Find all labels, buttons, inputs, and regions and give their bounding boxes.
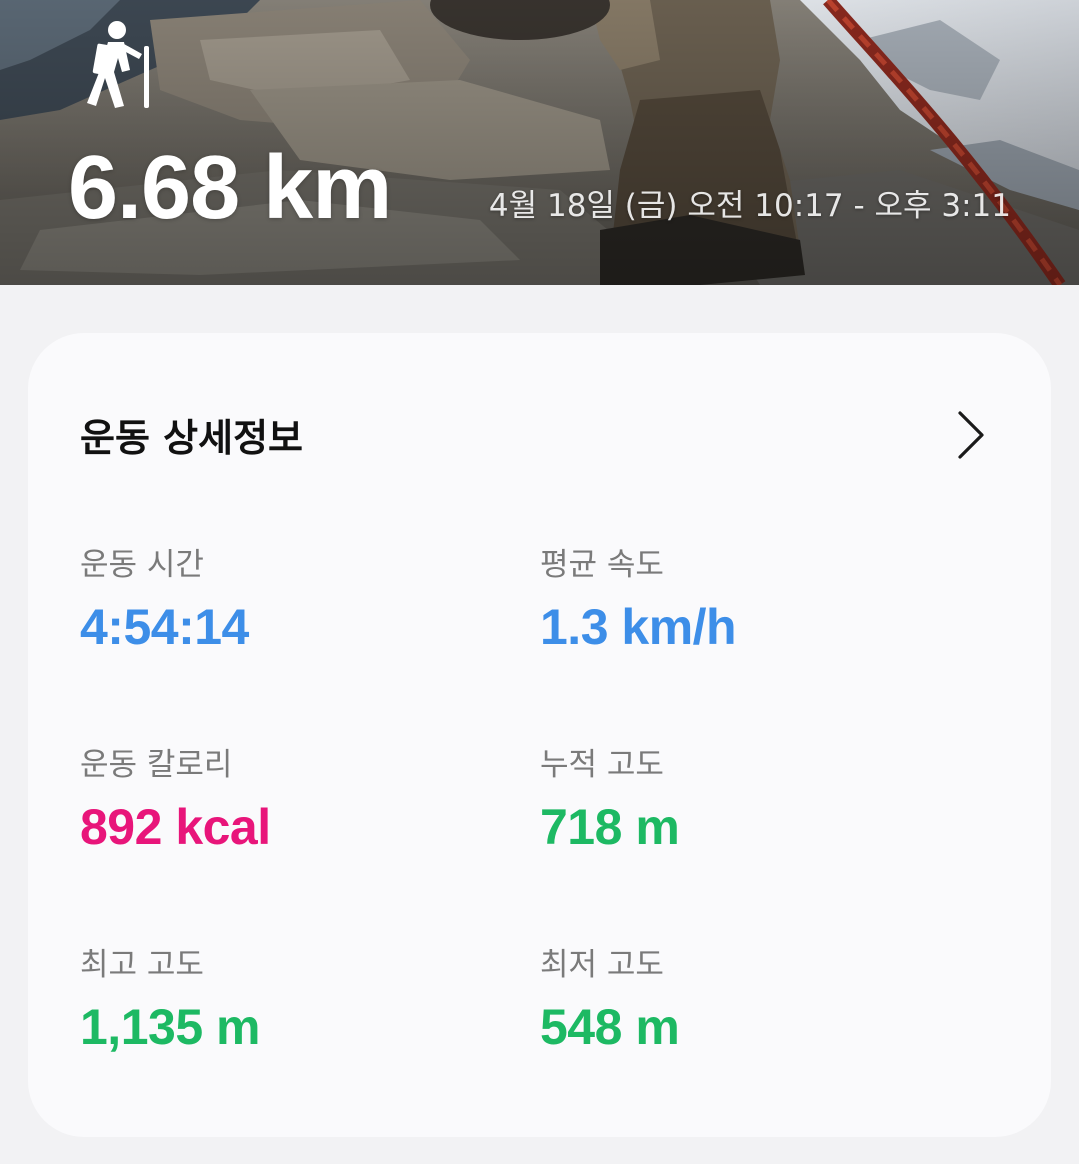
stat-value: 718 m bbox=[540, 799, 680, 855]
stat-value: 548 m bbox=[540, 999, 680, 1055]
workout-date-range: 4월 18일 (금) 오전 10:17 - 오후 3:11 bbox=[488, 188, 1011, 224]
stat-value: 892 kcal bbox=[80, 799, 271, 855]
stat-value: 4:54:14 bbox=[80, 599, 249, 655]
stat-value: 1,135 m bbox=[80, 999, 260, 1055]
stat-label: 운동 칼로리 bbox=[80, 747, 233, 783]
workout-details-header[interactable]: 운동 상세정보 bbox=[28, 333, 1051, 538]
stat-label: 최고 고도 bbox=[80, 947, 204, 983]
stat-calories: 운동 칼로리 892 kcal bbox=[80, 745, 520, 857]
stat-label: 운동 시간 bbox=[80, 547, 204, 583]
stat-label: 누적 고도 bbox=[540, 747, 664, 783]
chevron-right-icon[interactable] bbox=[948, 405, 992, 465]
total-distance: 6.68 km bbox=[68, 138, 392, 238]
hero-banner: 6.68 km 4월 18일 (금) 오전 10:17 - 오후 3:11 bbox=[0, 0, 1079, 285]
stat-average-speed: 평균 속도 1.3 km/h bbox=[540, 545, 980, 657]
stat-label: 평균 속도 bbox=[540, 547, 664, 583]
stat-workout-time: 운동 시간 4:54:14 bbox=[80, 545, 520, 657]
workout-details-card: 운동 상세정보 운동 시간 4:54:14 평균 속도 1.3 km/h 운동 … bbox=[28, 333, 1051, 1137]
stat-value: 1.3 km/h bbox=[540, 599, 737, 655]
stat-max-altitude: 최고 고도 1,135 m bbox=[80, 945, 520, 1057]
hiking-icon bbox=[87, 21, 149, 108]
card-title: 운동 상세정보 bbox=[80, 416, 303, 460]
stat-elevation-gain: 누적 고도 718 m bbox=[540, 745, 980, 857]
stat-min-altitude: 최저 고도 548 m bbox=[540, 945, 980, 1057]
stat-label: 최저 고도 bbox=[540, 947, 664, 983]
